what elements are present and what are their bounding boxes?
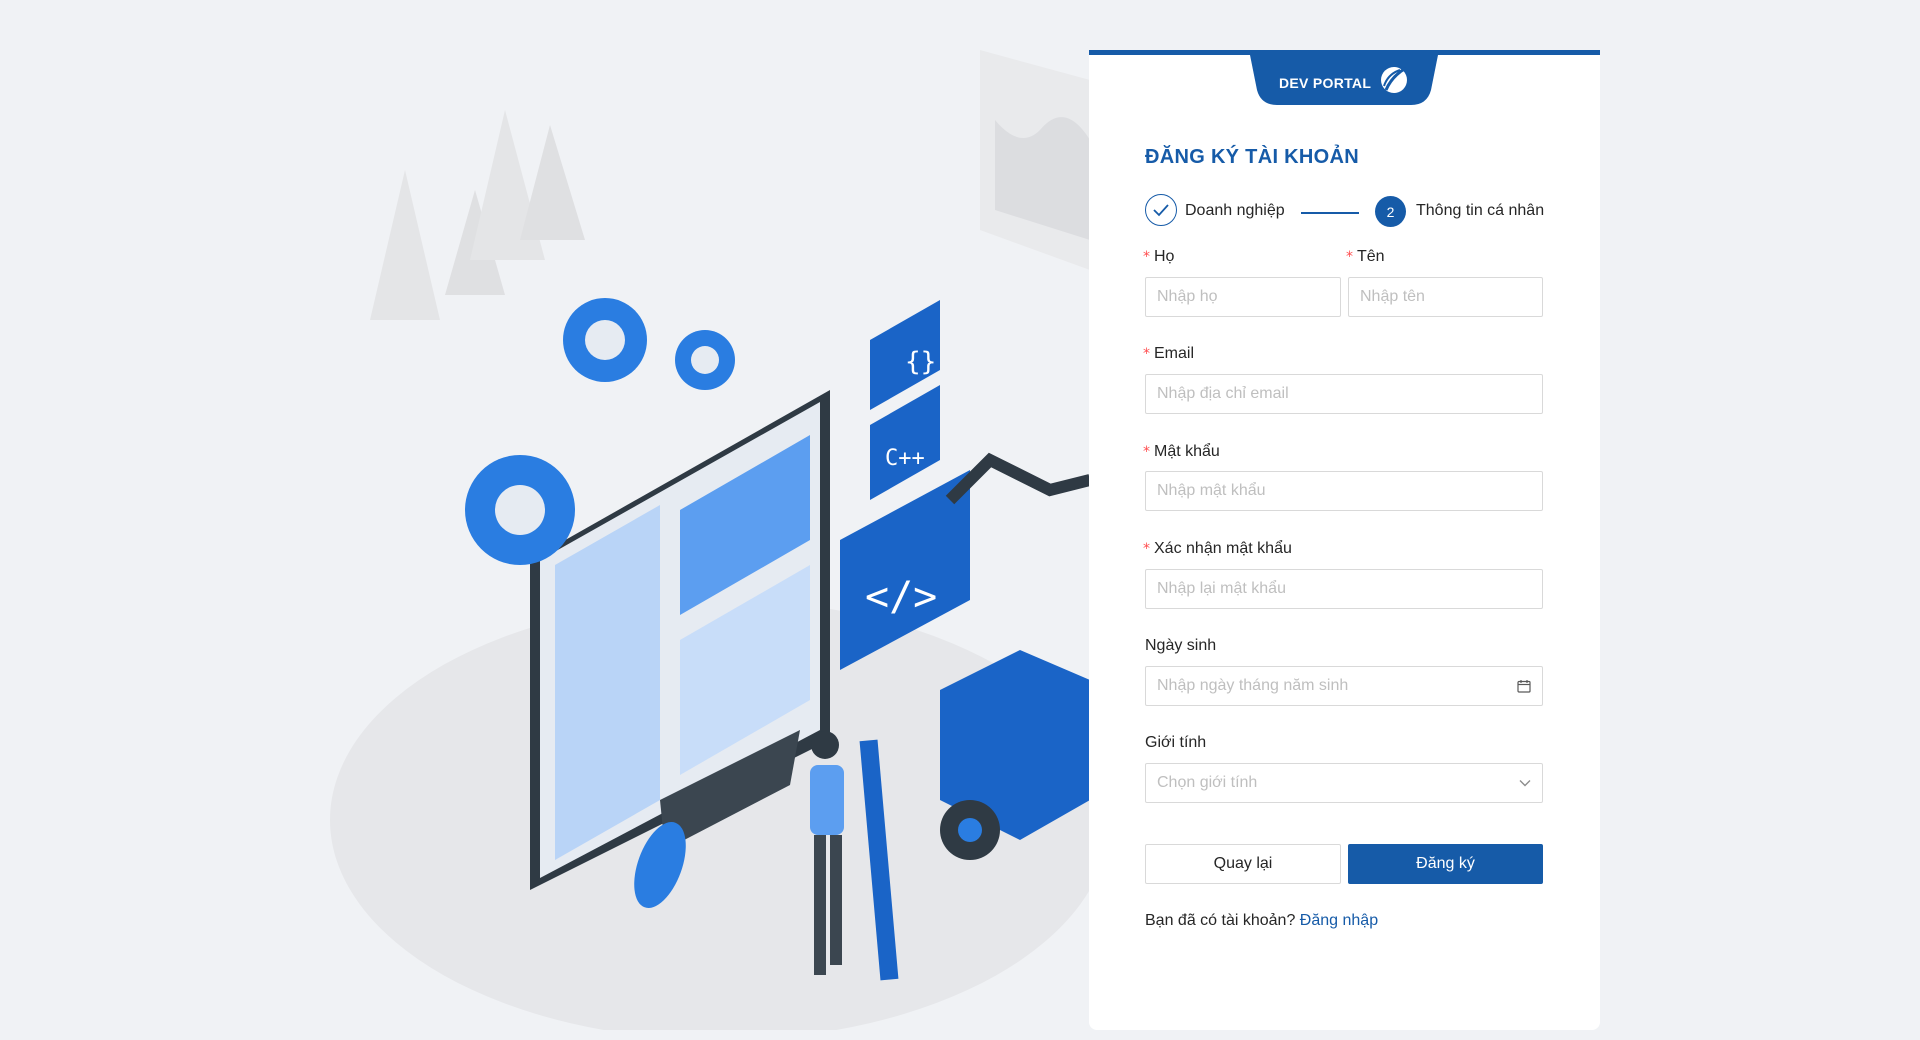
svg-text:C++: C++ bbox=[885, 446, 925, 471]
step-1-label: Doanh nghiệp bbox=[1185, 202, 1285, 219]
confirm-password-label: * Xác nhận mật khẩu bbox=[1143, 540, 1292, 558]
confirm-password-label-text: Xác nhận mật khẩu bbox=[1154, 540, 1292, 557]
calendar-icon[interactable] bbox=[1517, 679, 1531, 693]
required-mark: * bbox=[1346, 249, 1353, 265]
svg-text:</>: </> bbox=[865, 574, 937, 620]
chevron-down-icon[interactable] bbox=[1519, 779, 1531, 787]
check-icon bbox=[1153, 204, 1169, 217]
gender-select[interactable]: Chọn giới tính bbox=[1145, 763, 1543, 803]
register-button[interactable]: Đăng ký bbox=[1348, 844, 1543, 884]
email-label-text: Email bbox=[1154, 345, 1195, 362]
birthday-label: Ngày sinh bbox=[1145, 637, 1217, 654]
page-title: ĐĂNG KÝ TÀI KHOẢN bbox=[1145, 146, 1359, 168]
required-mark: * bbox=[1143, 541, 1150, 557]
gender-label: Giới tính bbox=[1145, 734, 1207, 751]
confirm-password-input[interactable] bbox=[1145, 569, 1543, 609]
svg-text:{}: {} bbox=[905, 347, 936, 377]
ten-input[interactable] bbox=[1348, 277, 1543, 317]
email-label: * Email bbox=[1143, 345, 1194, 363]
login-prompt: Bạn đã có tài khoản? Đăng nhập bbox=[1145, 912, 1378, 930]
back-button[interactable]: Quay lại bbox=[1145, 844, 1341, 884]
ten-label: * Tên bbox=[1346, 248, 1385, 266]
login-link[interactable]: Đăng nhập bbox=[1300, 912, 1378, 929]
ten-label-text: Tên bbox=[1357, 248, 1385, 265]
step-2-indicator: 2 bbox=[1375, 196, 1406, 227]
fpt-logo-icon bbox=[1381, 66, 1407, 93]
gender-placeholder: Chọn giới tính bbox=[1157, 774, 1258, 791]
password-label: * Mật khẩu bbox=[1143, 443, 1220, 461]
step-connector bbox=[1301, 212, 1359, 214]
ho-input[interactable] bbox=[1145, 277, 1341, 317]
birthday-placeholder: Nhập ngày tháng năm sinh bbox=[1157, 677, 1349, 694]
developer-illustration: {} C++ </> bbox=[330, 50, 1090, 1030]
ho-label: * Họ bbox=[1143, 248, 1174, 266]
required-mark: * bbox=[1143, 249, 1150, 265]
ho-label-text: Họ bbox=[1154, 248, 1175, 265]
brand-name: DEV PORTAL bbox=[1279, 75, 1372, 91]
password-label-text: Mật khẩu bbox=[1154, 443, 1220, 460]
password-input[interactable] bbox=[1145, 471, 1543, 511]
step-1-indicator bbox=[1145, 194, 1177, 226]
step-2-label: Thông tin cá nhân bbox=[1416, 202, 1545, 219]
email-input[interactable] bbox=[1145, 374, 1543, 414]
required-mark: * bbox=[1143, 444, 1150, 460]
required-mark: * bbox=[1143, 346, 1150, 362]
birthday-picker[interactable]: Nhập ngày tháng năm sinh bbox=[1145, 666, 1543, 706]
login-prompt-text: Bạn đã có tài khoản? bbox=[1145, 912, 1296, 929]
